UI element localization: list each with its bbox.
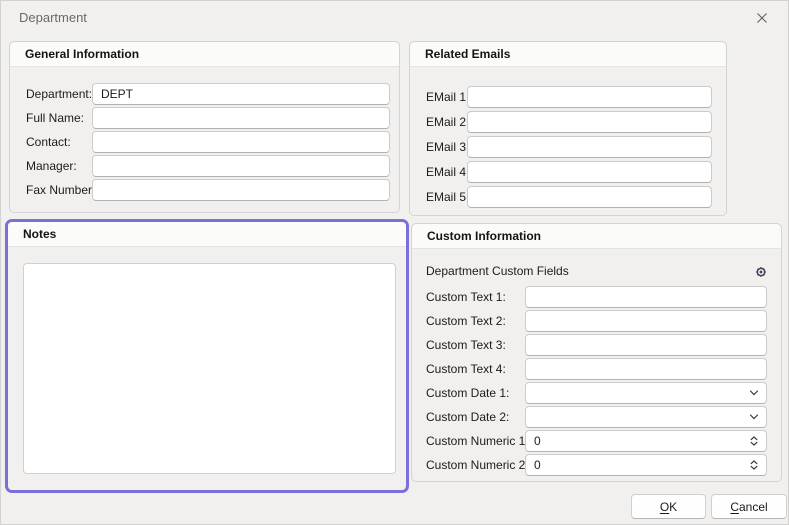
number-spinner-icon[interactable] bbox=[748, 459, 760, 471]
number-spinner-icon[interactable] bbox=[748, 435, 760, 447]
custom-text-1-input[interactable] bbox=[525, 286, 767, 308]
custom-information-header: Custom Information bbox=[412, 224, 781, 249]
notes-title: Notes bbox=[23, 227, 57, 241]
email-3-label: EMail 3: bbox=[426, 140, 470, 154]
ok-button-label: OK bbox=[659, 499, 678, 514]
full-name-input[interactable] bbox=[92, 107, 390, 129]
email-4-input[interactable] bbox=[467, 161, 712, 183]
custom-date-2-input[interactable] bbox=[525, 406, 767, 428]
gear-icon bbox=[756, 267, 766, 277]
custom-text-4-label: Custom Text 4: bbox=[426, 362, 506, 376]
close-button[interactable] bbox=[747, 5, 777, 31]
contact-input[interactable] bbox=[92, 131, 390, 153]
ok-button[interactable]: OK bbox=[631, 494, 706, 519]
email-5-input[interactable] bbox=[467, 186, 712, 208]
fax-number-label: Fax Number: bbox=[26, 183, 96, 197]
general-information-group: General Information Department: Full Nam… bbox=[9, 41, 400, 213]
email-1-label: EMail 1: bbox=[426, 90, 470, 104]
custom-fields-subtitle: Department Custom Fields bbox=[426, 264, 569, 278]
custom-information-group: Custom Information Department Custom Fie… bbox=[411, 223, 782, 482]
custom-text-3-label: Custom Text 3: bbox=[426, 338, 506, 352]
custom-fields-settings-button[interactable] bbox=[752, 263, 770, 281]
close-icon bbox=[757, 13, 767, 23]
custom-text-3-input[interactable] bbox=[525, 334, 767, 356]
cancel-button-label: Cancel bbox=[730, 499, 768, 514]
email-4-label: EMail 4: bbox=[426, 165, 470, 179]
custom-numeric-1-label: Custom Numeric 1: bbox=[426, 434, 529, 448]
general-information-header: General Information bbox=[10, 42, 399, 67]
custom-text-1-label: Custom Text 1: bbox=[426, 290, 506, 304]
email-1-input[interactable] bbox=[467, 86, 712, 108]
custom-date-2-combobox[interactable] bbox=[525, 406, 767, 428]
custom-text-4-input[interactable] bbox=[525, 358, 767, 380]
related-emails-header: Related Emails bbox=[410, 42, 726, 67]
email-3-input[interactable] bbox=[467, 136, 712, 158]
general-information-title: General Information bbox=[25, 47, 140, 61]
manager-label: Manager: bbox=[26, 159, 77, 173]
notes-textarea[interactable] bbox=[23, 263, 396, 474]
custom-date-1-input[interactable] bbox=[525, 382, 767, 404]
chevron-down-icon[interactable] bbox=[748, 411, 760, 423]
custom-text-2-label: Custom Text 2: bbox=[426, 314, 506, 328]
custom-information-title: Custom Information bbox=[427, 229, 541, 243]
department-dialog: Department General Information Departmen… bbox=[0, 0, 789, 525]
manager-input[interactable] bbox=[92, 155, 390, 177]
email-5-label: EMail 5: bbox=[426, 190, 470, 204]
custom-numeric-2-input[interactable] bbox=[525, 454, 767, 476]
notes-group: Notes bbox=[8, 222, 406, 490]
custom-date-2-label: Custom Date 2: bbox=[426, 410, 510, 424]
related-emails-group: Related Emails EMail 1: EMail 2: EMail 3… bbox=[409, 41, 727, 216]
notes-focus-ring: Notes bbox=[5, 219, 409, 493]
fax-number-input[interactable] bbox=[92, 179, 390, 201]
cancel-button[interactable]: Cancel bbox=[711, 494, 787, 519]
chevron-down-icon[interactable] bbox=[748, 387, 760, 399]
notes-header: Notes bbox=[8, 222, 406, 247]
department-label: Department: bbox=[26, 87, 93, 101]
email-2-input[interactable] bbox=[467, 111, 712, 133]
custom-numeric-2-label: Custom Numeric 2: bbox=[426, 458, 529, 472]
custom-date-1-label: Custom Date 1: bbox=[426, 386, 510, 400]
dialog-title: Department bbox=[19, 10, 87, 25]
custom-date-1-combobox[interactable] bbox=[525, 382, 767, 404]
custom-text-2-input[interactable] bbox=[525, 310, 767, 332]
custom-numeric-1-spinner[interactable] bbox=[525, 430, 767, 452]
department-input[interactable] bbox=[92, 83, 390, 105]
email-2-label: EMail 2: bbox=[426, 115, 470, 129]
contact-label: Contact: bbox=[26, 135, 71, 149]
custom-numeric-2-spinner[interactable] bbox=[525, 454, 767, 476]
full-name-label: Full Name: bbox=[26, 111, 85, 125]
custom-numeric-1-input[interactable] bbox=[525, 430, 767, 452]
related-emails-title: Related Emails bbox=[425, 47, 511, 61]
